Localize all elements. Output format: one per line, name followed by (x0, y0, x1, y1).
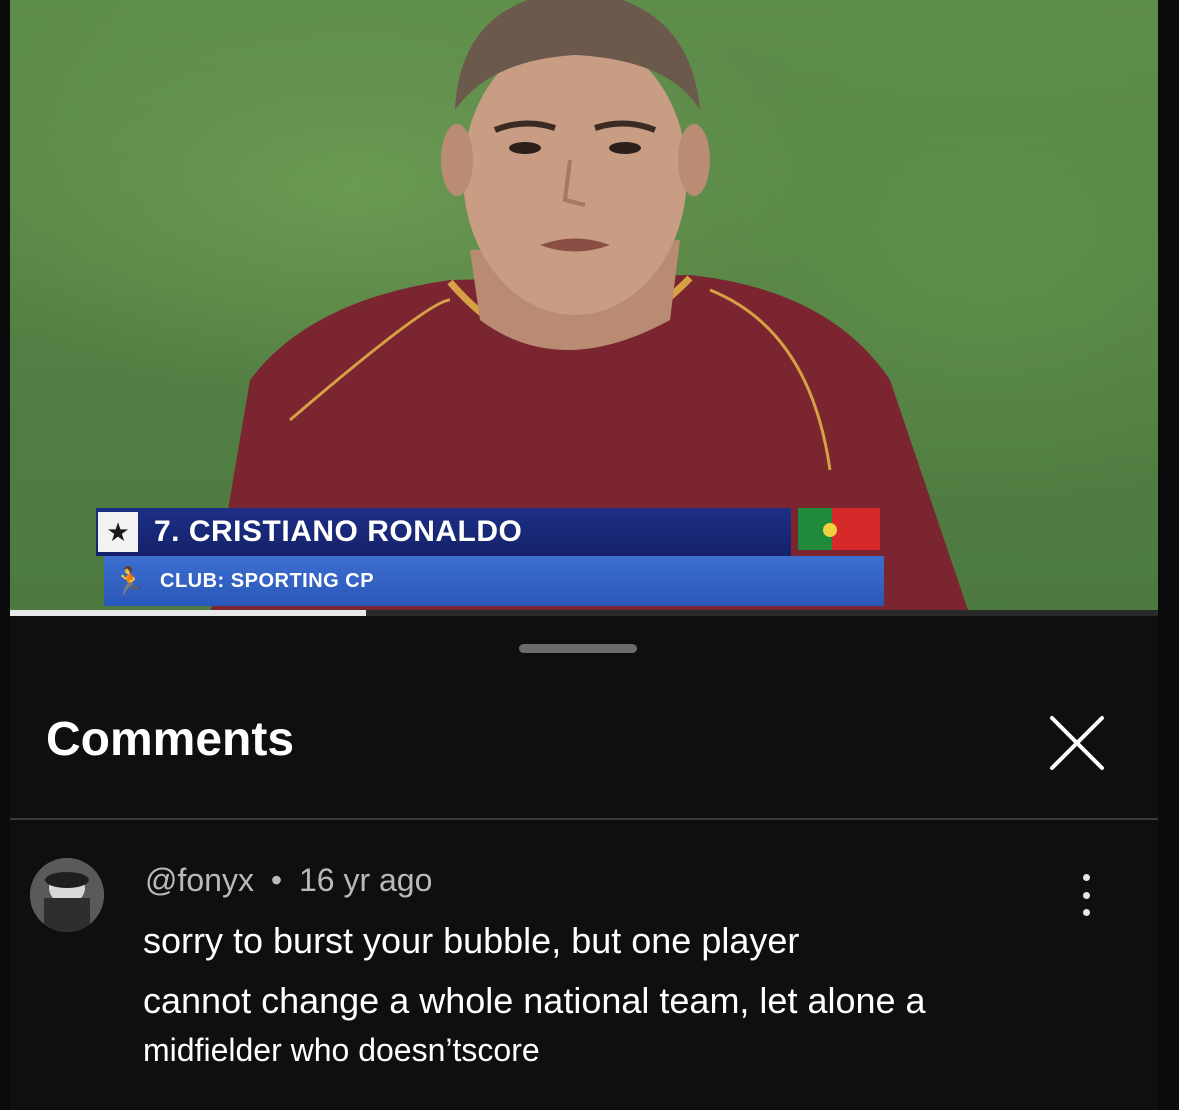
comments-title: Comments (46, 713, 295, 766)
comment-age: 16 yr ago (298, 862, 433, 898)
runner-icon: 🏃 (112, 565, 147, 597)
header-divider (10, 818, 1158, 820)
avatar[interactable] (30, 858, 104, 932)
star-icon: ★ (98, 512, 138, 552)
close-icon[interactable] (1046, 712, 1108, 774)
comment-meta: @fonyx • 16 yr ago (145, 862, 432, 899)
portugal-flag-icon (798, 508, 880, 550)
more-options-icon[interactable] (1074, 874, 1098, 916)
player-club-caption: 🏃 CLUB: SPORTING CP (104, 556, 884, 606)
comment-text-line: cannot change a whole national team, let… (143, 980, 926, 1021)
player-name-caption: ★ 7. CRISTIANO RONALDO (96, 508, 791, 556)
comment-author[interactable]: @fonyx (145, 862, 254, 898)
meta-separator: • (270, 862, 283, 898)
player-name: 7. CRISTIANO RONALDO (154, 515, 523, 548)
player-club: CLUB: SPORTING CP (160, 569, 375, 592)
sheet-drag-handle[interactable] (519, 644, 637, 653)
avatar-image (30, 858, 104, 932)
comment-text-line: sorry to burst your bubble, but one play… (143, 920, 800, 961)
comment-text-line: midfielder who doesn’tscore (143, 1032, 540, 1068)
